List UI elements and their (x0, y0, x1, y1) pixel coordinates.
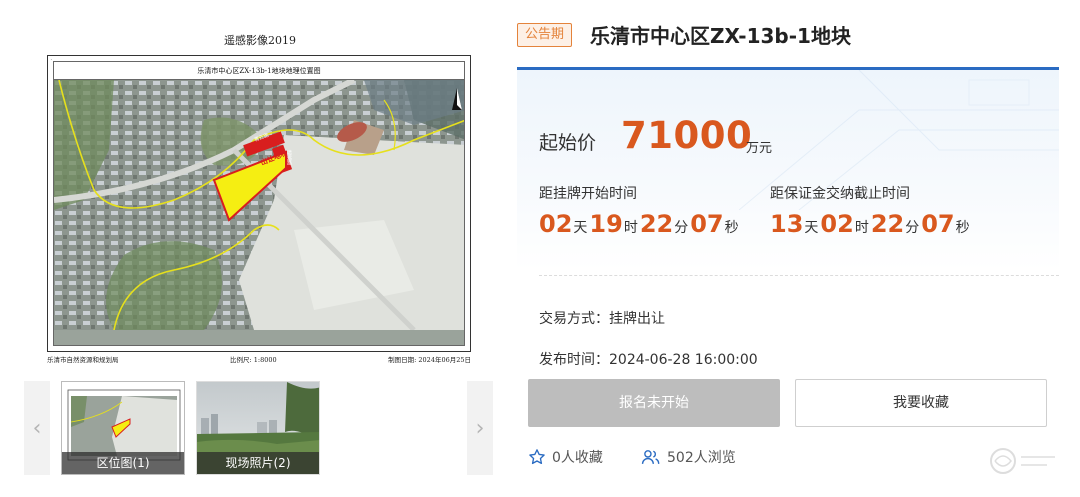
countdown-seconds-unit: 秒 (724, 220, 739, 236)
views-stat: 502人浏览 (641, 447, 736, 467)
countdown-start-label: 距挂牌开始时间 (539, 186, 637, 202)
countdown-seconds-unit: 秒 (955, 220, 970, 236)
thumbnail-caption: 区位图(1) (62, 452, 184, 474)
map-footer-scale: 比例尺: 1:8000 (230, 356, 277, 364)
publish-time: 发布时间：2024-06-28 16:00:00 (539, 352, 758, 368)
section-divider (539, 275, 1059, 276)
chevron-left-icon[interactable]: ‹ (24, 381, 50, 475)
countdown-minutes-unit: 分 (674, 220, 689, 236)
location-map[interactable]: 遥感影像2019 · 乐清市中心区ZX-13b-1地块地理位置图 出让地块 青云… (30, 22, 490, 364)
countdown-days-unit: 天 (804, 220, 819, 236)
countdown-start: 02天19时22分07秒 (539, 210, 741, 238)
register-button[interactable]: 报名未开始 (528, 379, 780, 427)
price-label: 起始价 (539, 132, 597, 154)
price-value: 71000 (621, 114, 753, 157)
chevron-right-icon[interactable]: › (467, 381, 493, 475)
views-count: 502人浏览 (667, 450, 736, 466)
map-footer-date: 制图日期: 2024年06月25日 (388, 356, 471, 364)
countdown-seconds: 07 (690, 210, 724, 238)
thumbnail-caption: 现场照片(2) (197, 452, 319, 474)
satellite-image (54, 80, 464, 330)
map-footer-org: 乐清市自然资源和规划局 (47, 356, 119, 364)
price-unit: 万元 (746, 141, 773, 156)
countdown-minutes: 22 (639, 210, 674, 238)
watermark-logo (990, 448, 1055, 474)
listing-detail: 公告期 乐清市中心区ZX-13b-1地块 起始价 71000 万元 距挂牌开始时… (517, 0, 1060, 497)
map-top-title: 遥感影像2019 (224, 34, 296, 47)
favorites-stat[interactable]: 0人收藏 (528, 447, 603, 467)
map-inner: 乐清市中心区ZX-13b-1地块地理位置图 出让地块 青云路 清远路 (53, 61, 465, 346)
countdown-hours-unit: 时 (854, 220, 869, 236)
thumbnail-strip: ‹ 区位图(1) 现场照片(2) › (24, 381, 494, 475)
users-icon (641, 450, 660, 464)
map-footer: 乐清市自然资源和规划局 比例尺: 1:8000 制图日期: 2024年06月25… (47, 354, 471, 364)
land-listing-page: 遥感影像2019 · 乐清市中心区ZX-13b-1地块地理位置图 出让地块 青云… (0, 0, 1080, 497)
countdown-days: 02 (539, 210, 573, 238)
status-badge: 公告期 (517, 23, 573, 47)
trade-method: 交易方式：挂牌出让 (539, 311, 665, 327)
countdown-minutes: 22 (870, 210, 905, 238)
countdown-hours-unit: 时 (623, 220, 638, 236)
countdown-days-unit: 天 (573, 220, 588, 236)
add-favorite-button[interactable]: 我要收藏 (795, 379, 1047, 427)
map-frame: · 乐清市中心区ZX-13b-1地块地理位置图 出让地块 青云路 清远路 (47, 55, 471, 352)
countdown-hours: 19 (589, 210, 623, 238)
thumbnail-location-map[interactable]: 区位图(1) (61, 381, 185, 475)
star-icon (529, 449, 545, 465)
countdown-minutes-unit: 分 (905, 220, 920, 236)
countdown-hours: 02 (820, 210, 854, 238)
price-panel: 起始价 71000 万元 距挂牌开始时间 02天19时22分07秒 距保证金交纳… (517, 70, 1059, 270)
favorites-count: 0人收藏 (552, 450, 603, 466)
countdown-days: 13 (770, 210, 804, 238)
countdown-seconds: 07 (921, 210, 955, 238)
countdown-deposit: 13天02时22分07秒 (770, 210, 972, 238)
map-inner-title: 乐清市中心区ZX-13b-1地块地理位置图 (54, 62, 464, 80)
lot-title: 乐清市中心区ZX-13b-1地块 (590, 24, 851, 48)
countdown-deposit-label: 距保证金交纳截止时间 (770, 186, 910, 202)
road-label-qingyuan: 清远路 (286, 150, 292, 165)
thumbnail-site-photo[interactable]: 现场照片(2) (196, 381, 320, 475)
